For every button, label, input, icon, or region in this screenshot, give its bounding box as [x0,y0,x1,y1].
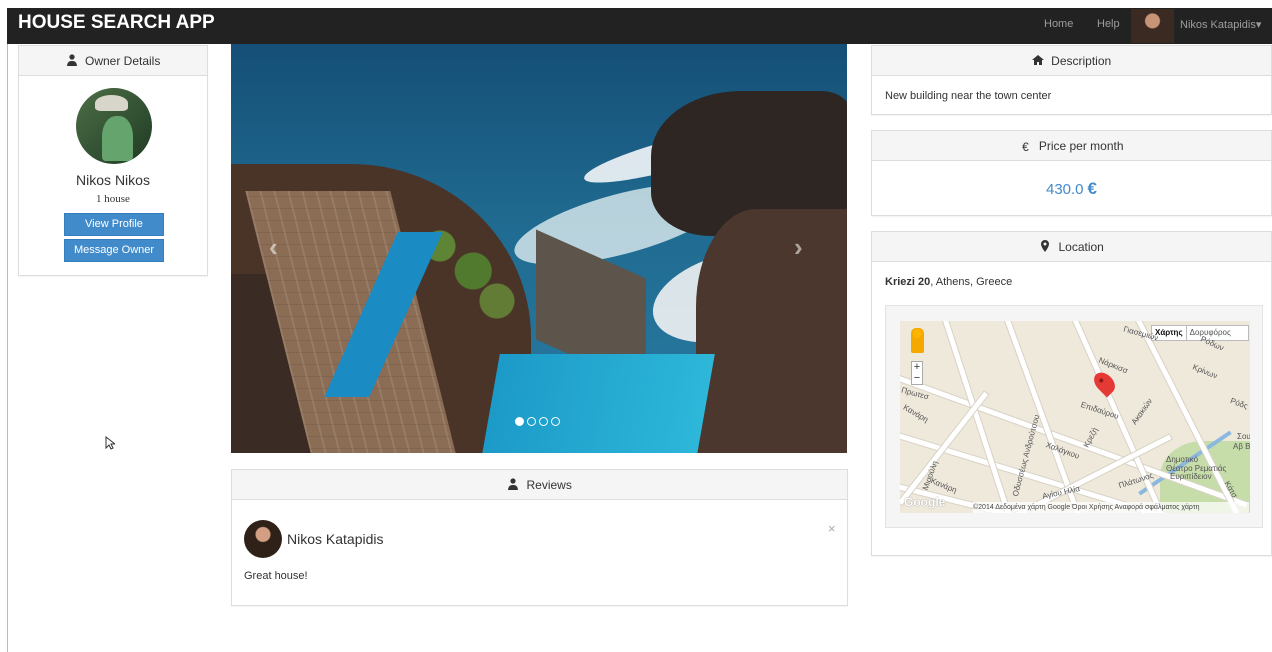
location-panel: Location Kriezi 20, Athens, Greece + − Χά… [871,231,1272,556]
owner-house-count: 1 house [96,193,130,205]
price-heading: € Price per month [872,131,1271,161]
map-marker-icon [1041,240,1050,252]
map-label: Κανάρη [901,402,930,425]
carousel-next-button[interactable]: › [794,232,803,263]
message-owner-button[interactable]: Message Owner [64,239,164,262]
location-heading: Location [872,232,1271,262]
app-title[interactable]: HOUSE SEARCH APP [18,12,215,34]
description-title: Description [1051,54,1112,68]
user-avatar[interactable] [1131,9,1174,43]
owner-details-heading: Owner Details [19,46,207,76]
description-panel: Description New building near the town c… [871,45,1272,115]
user-icon [508,478,519,490]
map-label: Ακακιών [1129,396,1155,427]
mouse-cursor-icon [105,436,115,450]
map-label: Ρόδς [1229,396,1250,411]
map-label: Κρίνων [1191,362,1219,381]
owner-details-title: Owner Details [84,54,161,68]
description-heading: Description [872,46,1271,76]
home-link[interactable]: Home [1044,18,1073,30]
map-zoom-control[interactable]: + − [911,361,923,385]
carousel-indicator[interactable] [551,417,560,426]
zoom-out-button[interactable]: − [914,372,920,384]
map-attribution[interactable]: ©2014 Δεδομένα χάρτη Google Όροι Χρήσης … [973,502,1249,513]
help-link[interactable]: Help [1097,18,1120,30]
house-photo-carousel[interactable]: ‹ › [231,44,847,453]
price-panel: € Price per month 430.0 € [871,130,1272,216]
price-title: Price per month [1038,139,1124,153]
street-view-pegman-icon[interactable] [911,328,924,353]
owner-name: Nikos Nikos [76,172,150,188]
view-profile-button[interactable]: View Profile [64,213,164,236]
review-avatar [244,520,282,558]
map-label: Κανάρη [929,476,959,495]
carousel-indicator[interactable] [515,417,524,426]
map-label: Αβ Βε [1233,442,1250,451]
street-address: Kriezi 20 [885,276,931,288]
top-navbar: HOUSE SEARCH APP Home Help Nikos Katapid… [7,8,1272,44]
carousel-indicators[interactable] [515,416,565,428]
home-icon [1031,55,1044,65]
map-container: + − Χάρτης Δορυφόρος Ρόδων Νάρκισσ Κρίνων … [885,305,1263,528]
user-icon [66,54,77,66]
carousel-indicator[interactable] [527,417,536,426]
carousel-indicator[interactable] [539,417,548,426]
map-label: Σου [1237,432,1250,441]
owner-details-panel: Owner Details Nikos Nikos 1 house View P… [18,45,208,276]
google-map[interactable]: + − Χάρτης Δορυφόρος Ρόδων Νάρκισσ Κρίνων … [900,321,1250,513]
city-country: , Athens, Greece [930,276,1013,288]
map-label: Δημοτικό [1166,455,1199,464]
photo-rock [696,209,847,453]
map-marker-icon[interactable] [1090,368,1119,398]
map-label: Κρεζή [1081,425,1100,450]
reviews-panel: Reviews Nikos Katapidis × Great house! [231,469,848,606]
map-label: Ευριπίδειον [1170,472,1212,481]
carousel-previous-button[interactable]: ‹ [269,232,278,263]
price-value: 430.0 [1045,181,1084,198]
close-icon[interactable]: × [828,521,836,536]
owner-avatar [76,88,152,164]
user-menu[interactable]: Nikos Katapidis▾ [1180,18,1261,31]
reviews-heading: Reviews [232,470,847,500]
euro-icon: € [1022,140,1029,154]
description-text: New building near the town center [885,90,1052,102]
euro-symbol: € [1087,179,1097,198]
reviews-title: Reviews [526,478,572,492]
reviewer-name: Nikos Katapidis [287,531,384,547]
address: Kriezi 20, Athens, Greece [885,276,1012,288]
location-title: Location [1058,240,1104,254]
review-text: Great house! [244,570,308,582]
price-display: 430.0 € [872,179,1271,199]
google-logo[interactable]: Google [904,495,945,509]
photo-pool [482,354,715,453]
